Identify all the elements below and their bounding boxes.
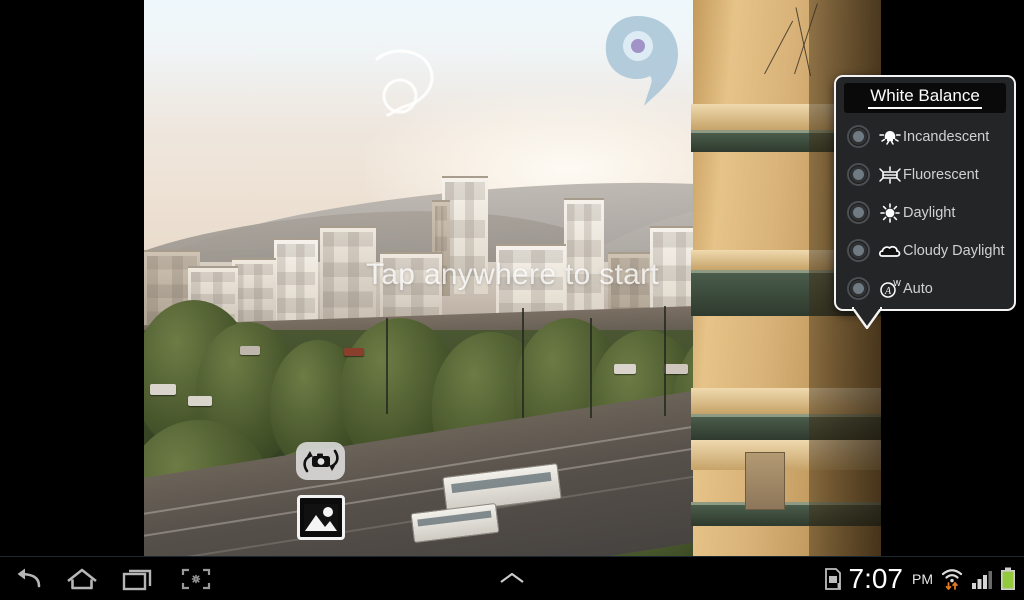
vehicle: [240, 346, 260, 355]
vehicle: [664, 364, 688, 374]
wb-option-incandescent[interactable]: Incandescent: [836, 118, 1014, 156]
cloud-icon: [878, 241, 902, 261]
sim-card-alert-icon: [824, 568, 841, 590]
wb-option-label: Incandescent: [903, 128, 990, 145]
white-balance-option-list: Incandescent Fluorescent Daylight Cloudy…: [836, 115, 1014, 308]
building: [564, 198, 604, 310]
street-lamp: [386, 318, 388, 414]
wb-option-auto[interactable]: A W Auto: [836, 270, 1014, 308]
radio-button[interactable]: [847, 239, 870, 263]
rooftop-box: [745, 452, 785, 510]
watermark-comma-filled: [605, 16, 678, 106]
wb-option-fluorescent[interactable]: Fluorescent: [836, 156, 1014, 194]
clock-meridiem: PM: [912, 571, 933, 587]
watermark-comma-outline: [374, 49, 434, 117]
system-navigation-bar: 7:07 PM: [0, 556, 1024, 600]
white-balance-popup[interactable]: White Balance Incandescent Fluorescent D…: [834, 75, 1016, 311]
back-arrow-icon: [17, 568, 41, 588]
radio-button[interactable]: [847, 125, 870, 149]
gallery-button[interactable]: [297, 495, 345, 540]
vehicle: [614, 364, 636, 374]
vehicle: [150, 384, 176, 395]
auto-wb-icon: A W: [878, 279, 902, 299]
wb-option-cloudy-daylight[interactable]: Cloudy Daylight: [836, 232, 1014, 270]
battery-full-icon: [1001, 567, 1015, 590]
camera-viewfinder[interactable]: Tap anywhere to start: [144, 0, 881, 556]
cellular-signal-icon: [972, 571, 992, 589]
wb-option-label: Daylight: [903, 204, 956, 221]
switch-camera-button[interactable]: [296, 442, 345, 480]
svg-text:A: A: [884, 286, 892, 297]
vehicle: [188, 396, 212, 406]
building: [274, 238, 318, 326]
street-lamp: [664, 306, 666, 416]
building: [320, 226, 376, 322]
wb-option-label: Fluorescent: [903, 166, 979, 183]
expand-notifications-button[interactable]: [488, 557, 536, 600]
camera-app-screen: Tap anywhere to start White Balance Inca…: [0, 0, 1024, 600]
camera-switch-icon: [302, 449, 339, 473]
svg-text:W: W: [893, 279, 901, 288]
wb-option-label: Cloudy Daylight: [903, 242, 1005, 259]
popup-title: White Balance: [868, 86, 982, 109]
street-lamp: [522, 308, 524, 418]
incandescent-bulb-icon: [878, 127, 902, 147]
radio-button[interactable]: [847, 201, 870, 225]
status-indicators[interactable]: 7:07 PM: [824, 557, 1017, 600]
wifi-data-transfer-icon: [941, 569, 963, 590]
wb-option-daylight[interactable]: Daylight: [836, 194, 1014, 232]
screenshot-capture-icon: [181, 568, 211, 590]
popup-title-bar: White Balance: [844, 83, 1006, 113]
wb-option-label: Auto: [903, 280, 933, 297]
vehicle: [344, 348, 364, 356]
home-icon: [67, 568, 97, 590]
street-lamp: [590, 318, 592, 418]
fluorescent-tube-icon: [878, 165, 902, 185]
sun-icon: [878, 202, 902, 223]
recent-apps-button[interactable]: [114, 557, 162, 600]
recent-apps-icon: [122, 569, 152, 591]
screenshot-button[interactable]: [172, 557, 220, 600]
home-button[interactable]: [58, 557, 106, 600]
radio-button[interactable]: [847, 163, 870, 187]
chevron-up-icon: [500, 572, 524, 583]
gallery-image-icon: [304, 503, 338, 532]
back-button[interactable]: [4, 557, 52, 600]
clock-time: 7:07: [848, 563, 904, 594]
popup-pointer-tail: [852, 307, 882, 329]
radio-button[interactable]: [847, 277, 870, 301]
